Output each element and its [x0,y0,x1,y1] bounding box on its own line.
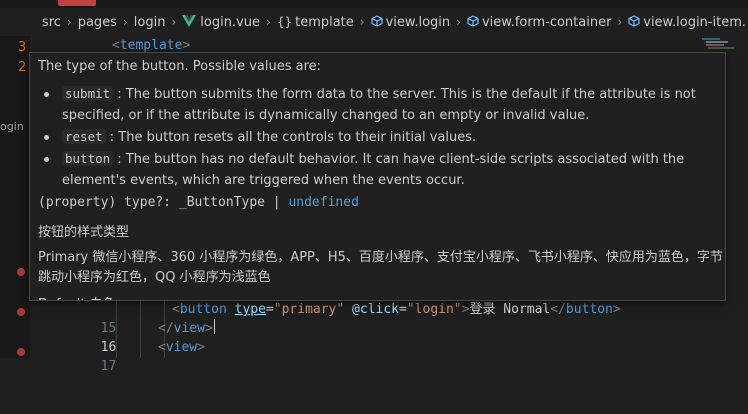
breadcrumb-template[interactable]: {} template [275,15,356,30]
breakpoint-dot[interactable] [17,268,25,276]
bullet-text: : The button submits the form data to th… [62,87,696,123]
breakpoint-dot[interactable] [17,308,25,316]
breadcrumb-file[interactable]: login.vue [180,14,262,30]
vue-file-icon [182,14,197,27]
bullet-text: : The button has no default behavior. It… [62,152,685,188]
breadcrumb-file-label: login.vue [200,14,260,30]
chinese-title: 按钮的样式类型 [38,225,130,240]
breadcrumb-login[interactable]: login [132,15,168,30]
hover-bullet-list: submit : The button submits the form dat… [38,83,723,191]
chevron-right-icon: › [456,15,461,29]
list-item: submit : The button submits the form dat… [38,83,723,126]
code-text: </view> [158,319,215,336]
chevron-right-icon: › [122,15,128,29]
breadcrumb-login-item-label: view.login-item. [643,14,746,30]
chevron-right-icon: › [266,15,271,29]
breakpoint-dot[interactable] [17,348,25,356]
code-line: 15 <button type="primary" @click="login"… [30,300,730,336]
code-text: <button type="primary" @click="login">登录… [172,302,621,317]
signature-undefined: undefined [288,195,359,210]
breadcrumb-login-item[interactable]: view.login-item. [626,15,748,30]
list-item: button : The button has no default behav… [38,148,723,191]
breadcrumb-template-label: template [295,14,354,30]
problem-count-badge: 3 [18,40,27,55]
chevron-right-icon: › [617,15,623,29]
default-line-clipped: Default 白色 [38,293,116,300]
tab-strip [0,0,748,8]
breadcrumb-form-container[interactable]: view.form-container [465,15,613,30]
keyword-button: button [62,151,114,166]
hover-intro: The type of the button. Possible values … [38,59,322,74]
keyword-reset: reset [62,129,106,144]
list-item: reset : The button resets all the contro… [38,126,723,148]
left-panel-strip: 3 2 ogin [0,36,30,358]
keyword-submit: submit [62,86,114,101]
code-text: <view> [158,340,205,355]
bullet-text: : The button resets all the controls to … [109,130,477,145]
cube-icon [370,14,383,27]
side-label-login: ogin [0,120,24,133]
breadcrumb-view-login-label: view.login [385,14,451,30]
breadcrumb-pages[interactable]: pages [76,15,119,30]
chevron-right-icon: › [66,15,72,29]
cube-icon [467,14,479,27]
hover-tooltip: The type of the button. Possible values … [29,52,726,301]
cube-icon [628,14,640,27]
chevron-right-icon: › [171,15,177,29]
breadcrumb-form-container-label: view.form-container [481,14,612,30]
line-number: 17 [100,359,117,374]
breadcrumb: src › pages › login › login.vue › {} temp… [0,8,748,36]
chinese-description: Primary 微信小程序、360 小程序为绿色，APP、H5、百度小程序、支付… [38,250,723,285]
breadcrumb-src[interactable]: src [40,15,63,30]
chevron-right-icon: › [359,15,365,29]
signature-prefix: (property) type?: _ButtonType | [38,195,289,210]
breadcrumb-view-login[interactable]: view.login [369,15,453,30]
tab-active[interactable] [58,0,96,6]
braces-icon: {} [276,14,293,29]
code-line: 17 <view> [30,338,730,374]
type-signature: (property) type?: _ButtonType | undefine… [38,195,359,210]
problem-count-badge-2: 2 [18,60,27,75]
code-line: 16 </view> [30,319,730,355]
